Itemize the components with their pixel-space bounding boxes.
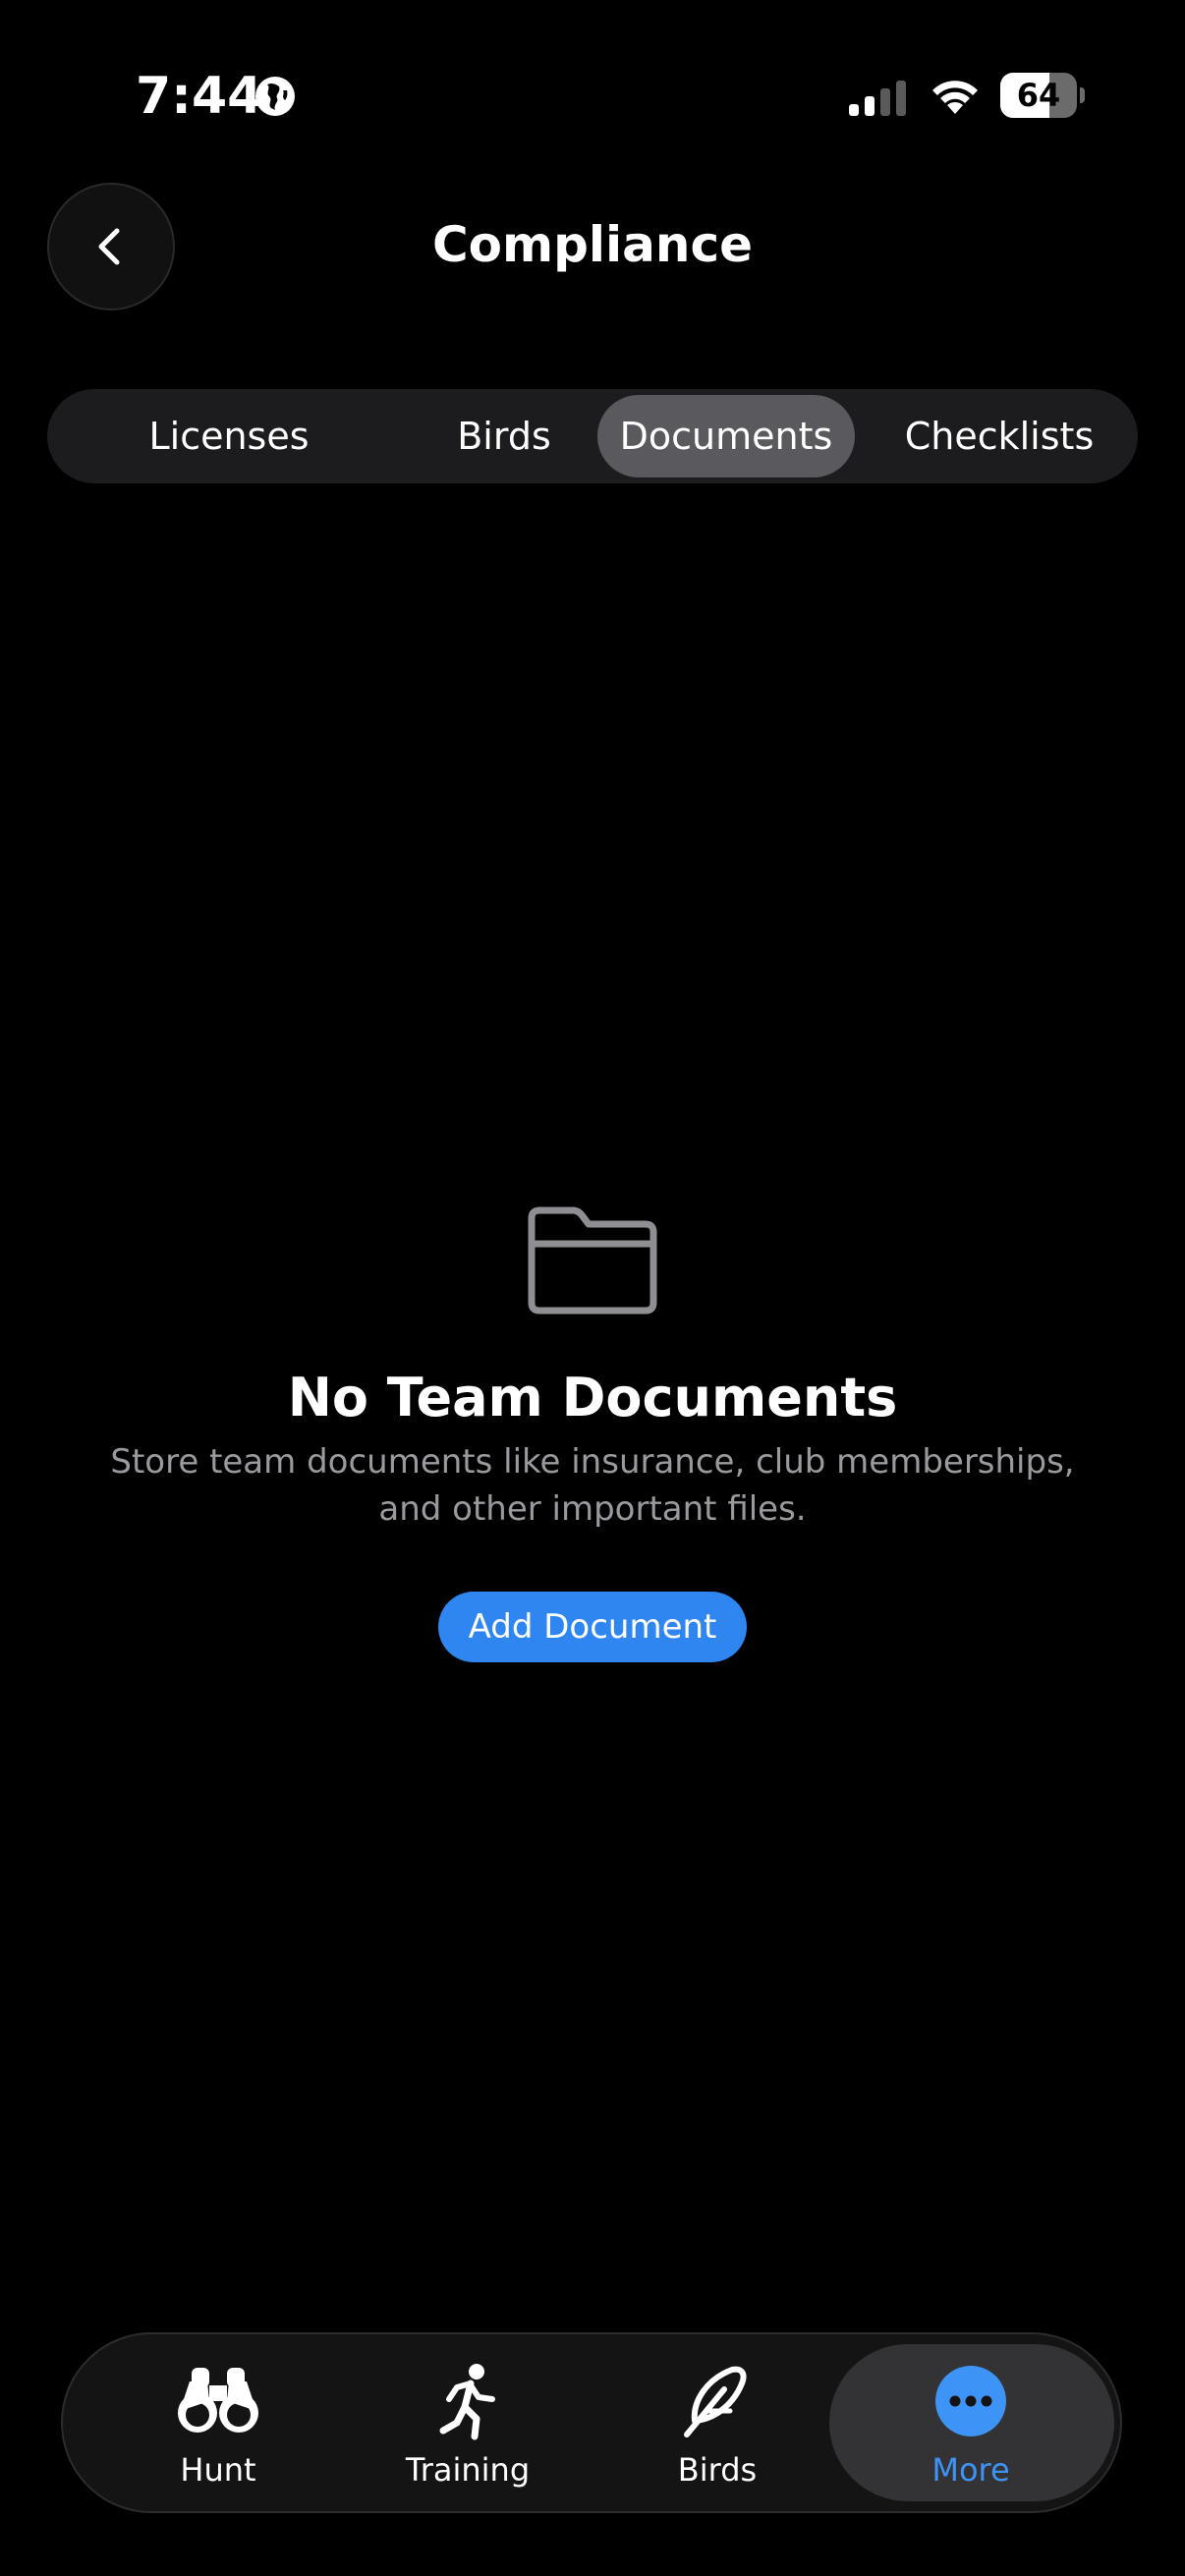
tab-documents[interactable]: Documents	[597, 395, 855, 477]
cellular-signal-icon	[849, 81, 906, 116]
empty-state-title: No Team Documents	[287, 1367, 898, 1428]
add-document-button[interactable]: Add Document	[438, 1592, 747, 1662]
more-ellipsis-icon	[935, 2366, 1006, 2436]
binoculars-icon	[178, 2368, 258, 2433]
feather-icon	[684, 2366, 747, 2437]
wifi-icon	[932, 81, 978, 114]
tab-bar-label: More	[931, 2451, 1010, 2489]
tab-checklists[interactable]: Checklists	[871, 395, 1128, 477]
folder-icon	[528, 1206, 657, 1315]
status-bar: 7:44 64	[0, 0, 1185, 196]
tab-bar: Hunt Training Birds More	[61, 2332, 1122, 2513]
empty-state-description: Store team documents like insurance, clu…	[110, 1442, 1075, 1529]
page-title: Compliance	[431, 216, 754, 273]
globe-icon	[255, 77, 295, 116]
battery-indicator: 64	[1000, 73, 1085, 118]
status-time: 7:44	[136, 67, 263, 126]
segmented-control: Licenses Birds Documents Checklists	[47, 389, 1138, 483]
tab-bar-item-more[interactable]: More	[823, 2334, 1118, 2511]
battery-level: 64	[1016, 77, 1061, 114]
running-figure-icon	[439, 2364, 495, 2440]
